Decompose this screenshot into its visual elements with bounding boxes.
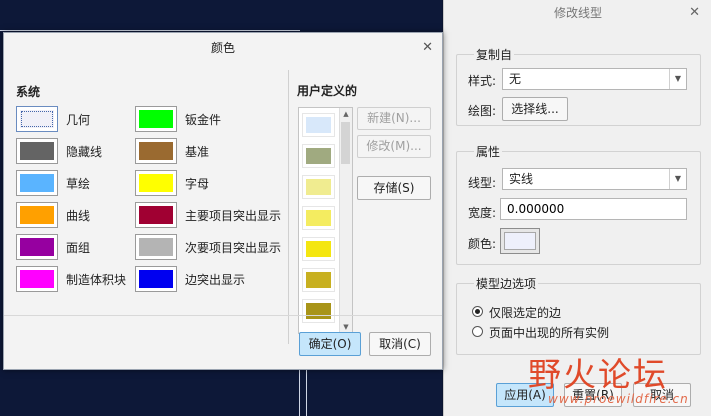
color-fill	[306, 241, 331, 257]
option-all-instances-label: 页面中出现的所有实例	[489, 326, 610, 340]
canvas-guide-line	[0, 30, 300, 31]
color-dialog: 颜色 ✕ 系统 用户定义的 几何隐藏线草绘曲线面组制造体积块 钣金件基准字母主要项…	[3, 32, 443, 370]
modify-color-button[interactable]: 修改(M)...	[357, 135, 431, 158]
radio-selected-edges[interactable]	[472, 306, 483, 317]
color-label: 面组	[66, 241, 91, 255]
width-input[interactable]	[500, 198, 687, 220]
canvas-guide-line	[299, 370, 300, 416]
color-label: 基准	[185, 145, 210, 159]
group-title: 属性	[474, 143, 503, 160]
color-fill	[139, 206, 173, 224]
dialog-title: 颜色	[210, 41, 235, 55]
color-swatch[interactable]	[16, 106, 58, 132]
style-value: 无	[509, 72, 522, 86]
close-icon[interactable]: ✕	[689, 5, 700, 20]
color-fill	[20, 238, 54, 256]
radio-all-instances[interactable]	[472, 326, 483, 337]
color-fill	[306, 148, 331, 164]
color-swatch[interactable]	[135, 106, 177, 132]
option-selected-edges-label: 仅限选定的边	[489, 306, 562, 320]
color-fill	[20, 270, 54, 288]
draw-label: 绘图:	[468, 104, 497, 118]
linetype-label: 线型:	[468, 176, 497, 190]
color-label: 草绘	[66, 177, 91, 191]
color-fill	[139, 238, 173, 256]
color-swatch-button[interactable]	[500, 228, 540, 254]
color-swatch[interactable]	[16, 138, 58, 164]
user-color-swatch[interactable]	[302, 237, 335, 261]
watermark-logo: 野火论坛	[528, 355, 668, 394]
color-fill	[306, 272, 331, 288]
color-swatch[interactable]	[135, 202, 177, 228]
style-select[interactable]: 无 ▼	[502, 68, 687, 90]
color-fill	[20, 206, 54, 224]
user-color-swatch[interactable]	[302, 144, 335, 168]
panel-title: 修改线型	[553, 6, 602, 20]
color-fill	[306, 210, 331, 226]
color-label: 字母	[185, 177, 210, 191]
ok-button[interactable]: 确定(O)	[299, 332, 361, 356]
color-label: 隐藏线	[66, 145, 103, 159]
color-fill	[139, 142, 173, 160]
user-color-swatch[interactable]	[302, 206, 335, 230]
group-title: 复制自	[474, 46, 515, 63]
style-label: 样式:	[468, 74, 497, 88]
color-fill	[139, 270, 173, 288]
system-colors-title: 系统	[16, 85, 41, 99]
color-fill	[20, 110, 54, 128]
dialog-cancel-button[interactable]: 取消(C)	[369, 332, 431, 356]
color-swatch[interactable]	[135, 266, 177, 292]
user-color-swatch[interactable]	[302, 299, 335, 323]
chevron-down-icon: ▼	[669, 169, 686, 189]
color-label: 曲线	[66, 209, 91, 223]
width-label: 宽度:	[468, 206, 497, 220]
user-colors-title: 用户定义的	[297, 84, 358, 98]
color-fill	[306, 303, 331, 319]
linetype-select[interactable]: 实线 ▼	[502, 168, 687, 190]
color-label: 钣金件	[185, 113, 222, 127]
color-swatch[interactable]	[135, 170, 177, 196]
current-color	[504, 232, 536, 250]
select-line-button[interactable]: 选择线...	[502, 97, 568, 121]
color-fill	[306, 179, 331, 195]
color-swatch[interactable]	[16, 266, 58, 292]
save-color-button[interactable]: 存储(S)	[357, 176, 431, 200]
color-label: 颜色:	[468, 237, 497, 251]
scroll-thumb[interactable]	[341, 122, 350, 164]
color-swatch[interactable]	[16, 202, 58, 228]
color-fill	[306, 117, 331, 133]
chevron-down-icon: ▼	[669, 69, 686, 89]
color-label: 主要项目突出显示	[185, 209, 282, 223]
color-label: 几何	[66, 113, 91, 127]
color-label: 次要项目突出显示	[185, 241, 282, 255]
color-fill	[139, 110, 173, 128]
canvas-guide-line	[306, 370, 307, 416]
scroll-up-icon[interactable]: ▲	[340, 108, 352, 120]
user-color-list[interactable]: ▲ ▼	[298, 107, 353, 334]
group-title: 模型边选项	[474, 275, 539, 292]
color-label: 边突出显示	[185, 273, 246, 287]
color-fill	[20, 142, 54, 160]
close-icon[interactable]: ✕	[422, 40, 433, 55]
color-swatch[interactable]	[16, 170, 58, 196]
color-swatch[interactable]	[135, 234, 177, 260]
color-fill	[20, 174, 54, 192]
user-color-swatch[interactable]	[302, 268, 335, 292]
color-label: 制造体积块	[66, 273, 127, 287]
watermark-url: www.proewildfire.cn	[548, 392, 689, 406]
user-color-swatch[interactable]	[302, 113, 335, 137]
divider	[288, 70, 289, 344]
scrollbar[interactable]: ▲ ▼	[339, 108, 352, 333]
divider	[4, 315, 442, 316]
color-swatch[interactable]	[135, 138, 177, 164]
color-swatch[interactable]	[16, 234, 58, 260]
color-fill	[139, 174, 173, 192]
new-color-button[interactable]: 新建(N)...	[357, 107, 431, 130]
user-color-swatch[interactable]	[302, 175, 335, 199]
linetype-value: 实线	[509, 172, 534, 186]
